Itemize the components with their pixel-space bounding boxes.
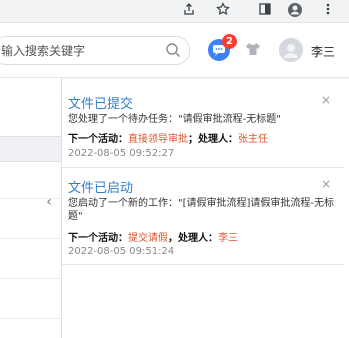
next-activity-label: 下一个活动： — [68, 134, 128, 145]
avatar[interactable] — [279, 38, 303, 62]
more-menu-icon[interactable] — [319, 2, 337, 20]
notification-card[interactable]: 文件已提交 × 您处理了一个待办任务："请假审批流程-无标题" 下一个活动：直接… — [62, 79, 344, 168]
table-header-row — [0, 136, 61, 162]
close-icon[interactable]: × — [321, 177, 331, 191]
table-row-divider — [0, 318, 61, 319]
next-activity-label: 下一个活动： — [68, 233, 128, 244]
bookmark-star-icon[interactable] — [214, 2, 232, 20]
notification-time: 2022-08-05 09:52:27 — [68, 148, 175, 159]
table-row-divider — [0, 238, 61, 239]
side-panel-icon[interactable] — [256, 2, 274, 20]
message-badge: 2 — [222, 34, 237, 49]
notification-card[interactable]: 文件已启动 × 您启动了一个新的工作："[请假审批流程]请假审批流程-无标题" … — [62, 168, 344, 265]
skin-shirt-icon[interactable] — [244, 40, 262, 58]
handler-value: 李三 — [218, 233, 238, 244]
next-activity-value: 提交请假 — [128, 233, 168, 244]
username[interactable]: 李三 — [311, 43, 335, 60]
notification-panel: 文件已提交 × 您处理了一个待办任务："请假审批流程-无标题" 下一个活动：直接… — [62, 79, 349, 338]
search-placeholder: 输入搜索关键字 — [1, 44, 86, 58]
profile-icon[interactable] — [286, 2, 304, 20]
next-activity-line: 下一个活动：直接领导审批；处理人：张主任 — [68, 130, 268, 145]
handler-value: 张主任 — [238, 134, 268, 145]
notification-body: 您启动了一个新的工作："[请假审批流程]请假审批流程-无标题" — [68, 198, 335, 222]
left-content-pane: ‹ — [0, 78, 62, 338]
close-icon[interactable]: × — [321, 93, 331, 107]
search-input[interactable]: 输入搜索关键字 — [0, 36, 190, 65]
search-icon[interactable] — [165, 42, 181, 58]
notification-title[interactable]: 文件已提交 — [68, 93, 133, 112]
table-row-divider — [0, 278, 61, 279]
separator: ， — [168, 233, 178, 244]
next-activity-value: 直接领导审批 — [128, 134, 188, 145]
separator: ； — [188, 134, 198, 145]
share-icon[interactable] — [180, 2, 198, 20]
handler-label: 处理人： — [178, 233, 218, 244]
handler-label: 处理人： — [198, 134, 238, 145]
notification-title[interactable]: 文件已启动 — [68, 177, 133, 196]
browser-toolbar — [0, 0, 349, 23]
collapse-chevron-left-icon[interactable]: ‹ — [41, 188, 57, 216]
notification-time: 2022-08-05 09:51:24 — [68, 246, 175, 257]
notification-body: 您处理了一个待办任务："请假审批流程-无标题" — [68, 114, 281, 125]
next-activity-line: 下一个活动：提交请假，处理人：李三 — [68, 229, 238, 244]
